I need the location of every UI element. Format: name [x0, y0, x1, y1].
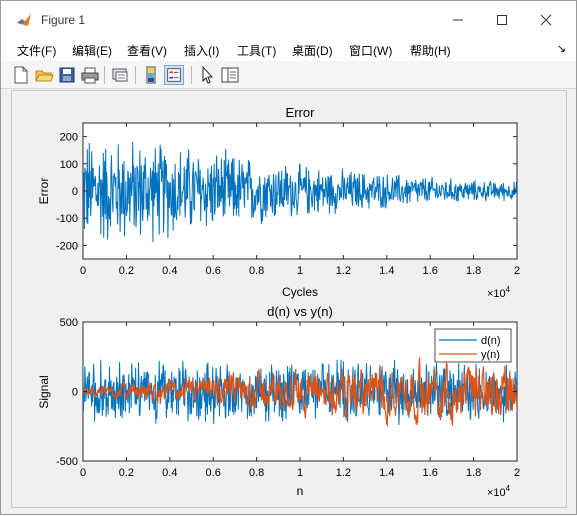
error-ytick-label: 200	[60, 132, 78, 144]
signal-xtick-label: 0	[80, 467, 86, 479]
error-ytick-label: -100	[56, 213, 78, 225]
signal-x-multiplier: ×104	[487, 484, 511, 499]
signal-xtick-label: 0.4	[162, 467, 177, 479]
error-xtick-label: 2	[514, 265, 520, 277]
signal-xtick-label: 1.6	[423, 467, 438, 479]
error-ytick-label: -200	[56, 240, 78, 252]
signal-xtick-label: 0.8	[249, 467, 264, 479]
signal-xtick-label: 1.8	[466, 467, 481, 479]
error-xtick-label: 1.8	[466, 265, 481, 277]
legend-d-label: d(n)	[481, 335, 501, 347]
signal-ytick-label: -500	[56, 456, 78, 468]
error-x-multiplier: ×104	[487, 285, 511, 300]
signal-title: d(n) vs y(n)	[267, 304, 333, 319]
figure-window: Figure 1 文件(F) 编辑(E) 查看(V) 插入(I) 工具(T) 桌…	[0, 0, 577, 515]
error-xtick-label: 0	[80, 265, 86, 277]
error-title: Error	[286, 105, 316, 120]
signal-ylabel: Signal	[37, 375, 51, 408]
signal-xtick-label: 1	[297, 467, 303, 479]
legend-y-label: y(n)	[481, 349, 500, 361]
error-xtick-label: 0.4	[162, 265, 177, 277]
signal-ytick-label: 0	[72, 387, 78, 399]
signal-xtick-label: 2	[514, 467, 520, 479]
signal-axes[interactable]: 0 0.2 0.4 0.6 0.8 1 1.2 1.4 1.6 1.8 2 -5000500 d(n…	[37, 304, 520, 499]
error-xtick-label: 1.6	[423, 265, 438, 277]
error-ytick-label: 0	[72, 186, 78, 198]
error-xtick-label: 0.8	[249, 265, 264, 277]
signal-xtick-label: 1.2	[336, 467, 351, 479]
error-ylabel: Error	[37, 178, 51, 205]
error-xtick-label: 0.6	[206, 265, 221, 277]
error-ytick-label: 100	[60, 159, 78, 171]
signal-xtick-label: 0.2	[119, 467, 134, 479]
plots-canvas: 0 0.2 0.4 0.6 0.8 1 1.2 1.4 1.6 1.8 2 -200-1000100…	[37, 105, 520, 499]
signal-ytick-label: 500	[60, 317, 78, 329]
error-xtick-label: 1.2	[336, 265, 351, 277]
error-xtick-label: 0.2	[119, 265, 134, 277]
signal-xtick-label: 1.4	[379, 467, 394, 479]
error-xlabel: Cycles	[282, 285, 318, 299]
error-xtick-label: 1.4	[379, 265, 394, 277]
signal-xlabel: n	[297, 484, 304, 498]
error-axes[interactable]: 0 0.2 0.4 0.6 0.8 1 1.2 1.4 1.6 1.8 2 -200 -100 0 100…	[37, 105, 520, 300]
error-xtick-label: 1	[297, 265, 303, 277]
signal-xtick-label: 0.6	[206, 467, 221, 479]
legend[interactable]: d(n) y(n)	[434, 328, 512, 363]
